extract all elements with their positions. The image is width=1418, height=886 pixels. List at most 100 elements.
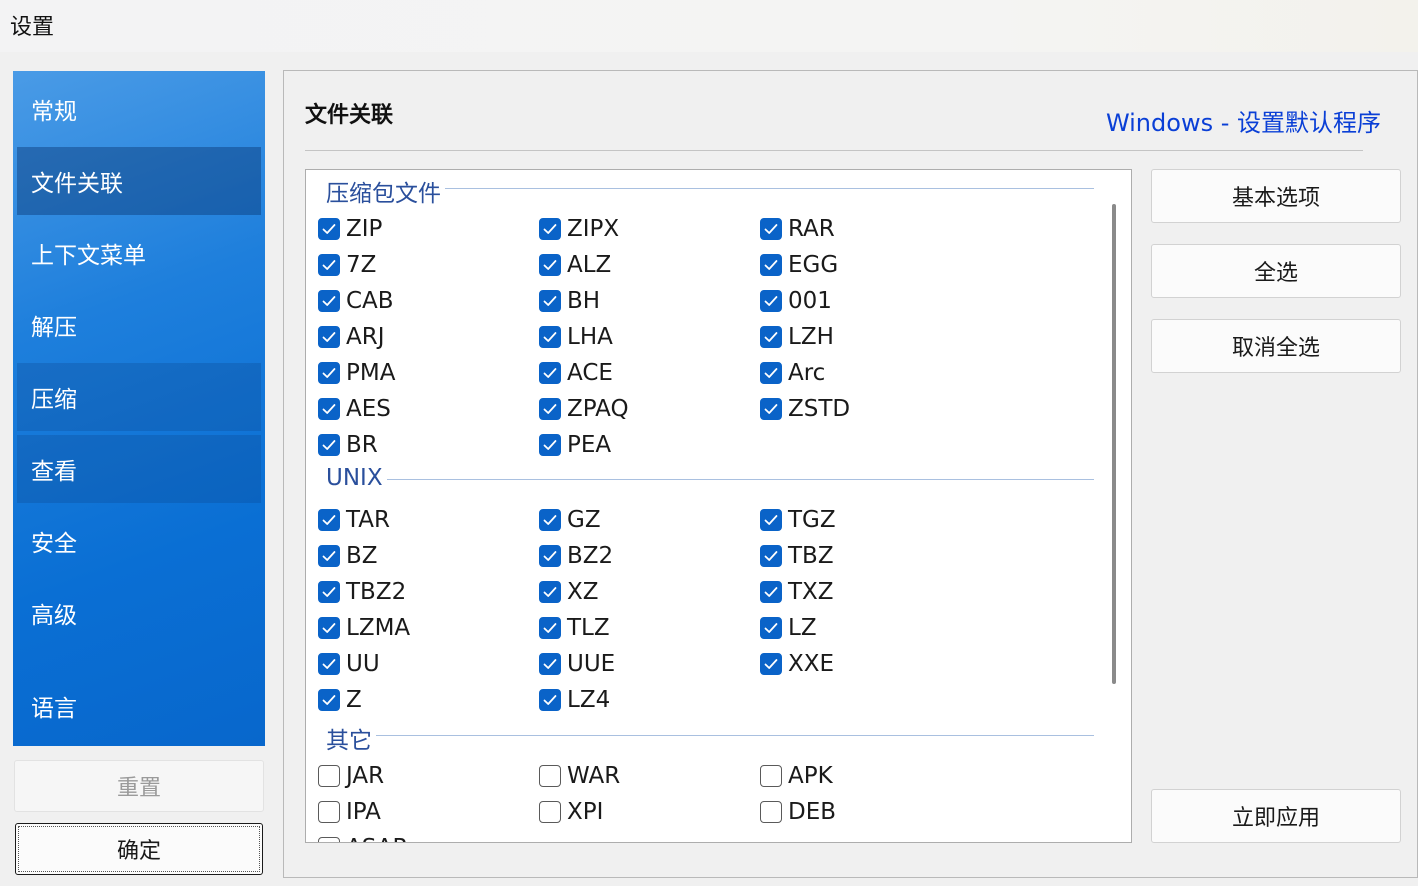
sidebar-item-advanced[interactable]: 高级 [17,579,261,647]
file-type-label: ARJ [346,324,385,350]
checkbox-checked-icon [318,689,340,711]
file-type-checkbox[interactable]: BR [318,430,378,460]
sidebar-item-general[interactable]: 常规 [17,75,261,143]
file-type-checkbox[interactable]: PEA [539,430,611,460]
file-type-checkbox[interactable]: TGZ [760,505,836,535]
file-type-checkbox[interactable]: LZ4 [539,685,610,715]
file-type-checkbox[interactable]: XXE [760,649,834,679]
file-type-label: TBZ2 [346,579,407,605]
reset-button[interactable]: 重置 [14,760,264,812]
file-type-label: LZ4 [567,687,611,713]
checkbox-unchecked-icon [318,765,340,787]
file-type-label: TLZ [567,615,610,641]
file-type-checkbox[interactable]: CAB [318,286,394,316]
file-type-checkbox[interactable]: IPA [318,797,381,827]
scrollbar-thumb[interactable] [1112,204,1116,684]
file-type-checkbox[interactable]: TLZ [539,613,610,643]
sidebar-item-label: 安全 [31,531,77,557]
file-type-checkbox[interactable]: UUE [539,649,615,679]
checkbox-checked-icon [318,254,340,276]
file-type-checkbox[interactable]: GZ [539,505,601,535]
file-type-checkbox[interactable]: RAR [760,214,835,244]
sidebar-item-view[interactable]: 查看 [17,435,261,503]
file-type-checkbox[interactable]: ZIP [318,214,382,244]
file-type-checkbox[interactable]: ARJ [318,322,385,352]
apply-now-button[interactable]: 立即应用 [1151,789,1401,843]
file-type-checkbox[interactable]: WAR [539,761,620,791]
file-type-checkbox[interactable]: TBZ [760,541,834,571]
checkbox-checked-icon [760,509,782,531]
sidebar-item-file-association[interactable]: 文件关联 [17,147,261,215]
file-type-checkbox[interactable]: BZ2 [539,541,613,571]
file-type-checkbox[interactable]: AES [318,394,391,424]
file-type-checkbox[interactable]: 7Z [318,250,376,280]
file-type-checkbox[interactable]: Z [318,685,362,715]
checkbox-checked-icon [318,653,340,675]
file-type-checkbox[interactable]: TAR [318,505,390,535]
file-type-checkbox[interactable]: BZ [318,541,378,571]
window-title: 设置 [10,15,55,40]
sidebar-item-extract[interactable]: 解压 [17,291,261,359]
file-type-label: BR [346,432,378,458]
file-type-checkbox[interactable]: ZIPX [539,214,619,244]
file-type-label: XXE [788,651,835,677]
file-type-label: ZIP [346,216,383,242]
file-type-checkbox[interactable]: DEB [760,797,836,827]
file-type-checkbox[interactable]: XPI [539,797,603,827]
checkbox-checked-icon [760,398,782,420]
file-type-checkbox[interactable]: EGG [760,250,838,280]
checkbox-checked-icon [539,689,561,711]
file-type-checkbox[interactable]: TBZ2 [318,577,406,607]
file-type-checkbox[interactable]: XZ [539,577,599,607]
file-type-checkbox[interactable]: JAR [318,761,384,791]
checkbox-unchecked-icon [539,765,561,787]
sidebar: 常规 文件关联 上下文菜单 解压 压缩 查看 安全 高级 语言 [13,71,265,746]
file-type-checkbox[interactable]: LHA [539,322,613,352]
file-type-checkbox[interactable]: LZH [760,322,834,352]
file-type-label: LHA [567,324,613,350]
file-type-list[interactable]: 压缩包文件 ZIP ZIPX RAR 7Z ALZ EGG CAB BH 001 ARJ LHA LZH… [305,169,1132,843]
sidebar-item-language[interactable]: 语言 [17,672,261,740]
file-type-checkbox[interactable]: ACE [539,358,613,388]
file-type-checkbox[interactable]: LZMA [318,613,410,643]
sidebar-item-compress[interactable]: 压缩 [17,363,261,431]
file-type-label: UU [346,651,380,677]
file-type-checkbox[interactable]: TXZ [760,577,834,607]
file-type-checkbox[interactable]: ZPAQ [539,394,629,424]
checkbox-checked-icon [318,545,340,567]
file-type-checkbox[interactable]: Arc [760,358,825,388]
checkbox-checked-icon [318,326,340,348]
deselect-all-button[interactable]: 取消全选 [1151,319,1401,373]
group-header: 压缩包文件 [326,174,445,208]
windows-default-programs-link[interactable]: Windows - 设置默认程序 [1106,103,1381,138]
file-type-label: GZ [567,507,601,533]
file-type-checkbox[interactable]: ASAR [318,833,408,842]
file-type-label: UUE [567,651,616,677]
file-type-checkbox[interactable]: APK [760,761,833,791]
file-type-checkbox[interactable]: 001 [760,286,832,316]
checkbox-checked-icon [539,326,561,348]
file-type-checkbox[interactable]: ZSTD [760,394,850,424]
sidebar-item-context-menu[interactable]: 上下文菜单 [17,219,261,287]
checkbox-checked-icon [760,254,782,276]
checkbox-checked-icon [760,617,782,639]
file-type-label: ZIPX [567,216,620,242]
sidebar-item-label: 查看 [31,459,77,485]
sidebar-item-security[interactable]: 安全 [17,507,261,575]
basic-options-button[interactable]: 基本选项 [1151,169,1401,223]
file-type-checkbox[interactable]: BH [539,286,600,316]
checkbox-checked-icon [539,290,561,312]
file-type-checkbox[interactable]: PMA [318,358,395,388]
file-type-checkbox[interactable]: LZ [760,613,817,643]
file-type-checkbox[interactable]: ALZ [539,250,611,280]
checkbox-checked-icon [539,617,561,639]
checkbox-checked-icon [760,218,782,240]
file-type-label: ZSTD [788,396,851,422]
select-all-button[interactable]: 全选 [1151,244,1401,298]
file-type-label: TBZ [788,543,834,569]
checkbox-checked-icon [318,581,340,603]
checkbox-checked-icon [760,326,782,348]
ok-button[interactable]: 确定 [15,823,263,875]
file-type-checkbox[interactable]: UU [318,649,380,679]
checkbox-checked-icon [318,617,340,639]
